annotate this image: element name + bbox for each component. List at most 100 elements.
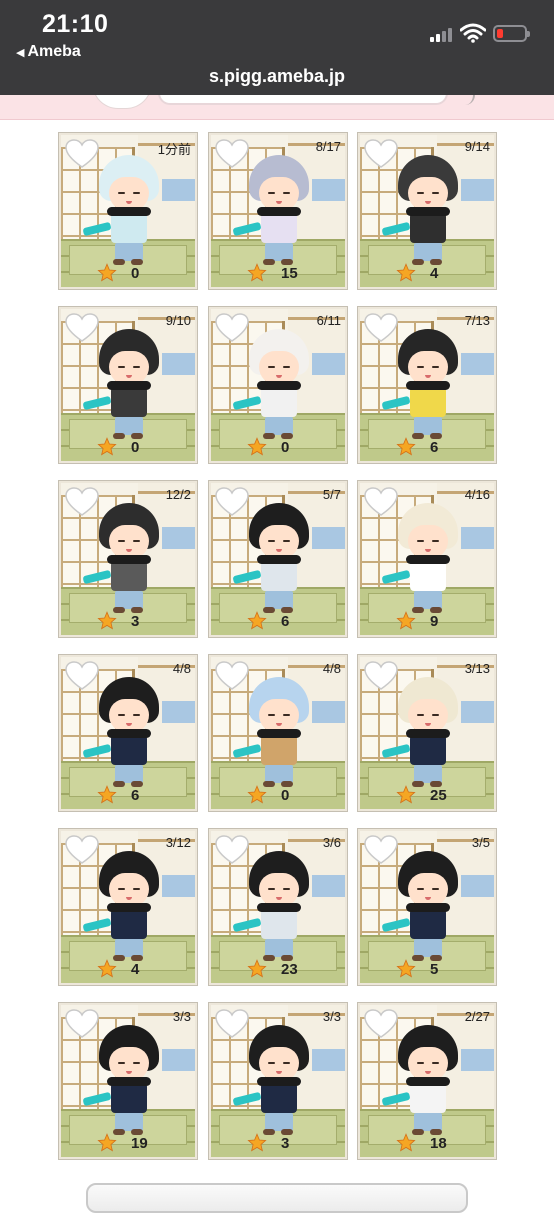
avatar-figure: [232, 329, 311, 441]
avatar-figure: [381, 155, 460, 267]
card-date: 5/7: [322, 487, 341, 502]
avatar-figure: [82, 155, 161, 267]
battery-icon: [493, 25, 530, 42]
star-icon: [396, 437, 416, 456]
back-app-label: Ameba: [27, 43, 81, 60]
avatar-card[interactable]: 5/7 6: [208, 480, 348, 638]
avatar-figure: [82, 677, 161, 789]
avatar-figure: [381, 503, 460, 615]
heart-icon[interactable]: [364, 835, 398, 865]
like-count: 25: [430, 786, 447, 804]
header-mascot-decoration: [92, 95, 152, 109]
star-icon: [247, 437, 267, 456]
avatar-card[interactable]: 4/8 0: [208, 654, 348, 812]
avatar-figure: [82, 851, 161, 963]
star-icon: [396, 263, 416, 282]
like-count: 6: [430, 438, 439, 456]
heart-icon[interactable]: [215, 835, 249, 865]
like-count-row: 0: [247, 437, 289, 457]
heart-icon[interactable]: [215, 139, 249, 169]
like-count: 23: [281, 960, 298, 978]
status-time: 21:10: [42, 10, 109, 38]
star-icon: [247, 1133, 267, 1152]
card-date: 3/5: [471, 835, 490, 850]
avatar-card[interactable]: 4/8 6: [58, 654, 198, 812]
star-icon: [97, 611, 117, 630]
card-date: 2/27: [464, 1009, 490, 1024]
heart-icon[interactable]: [215, 1009, 249, 1039]
like-count-row: 0: [97, 263, 139, 283]
avatar-card[interactable]: 3/6 23: [208, 828, 348, 986]
search-input[interactable]: [158, 95, 448, 105]
star-icon: [396, 959, 416, 978]
avatar-figure: [82, 329, 161, 441]
wifi-icon: [460, 23, 486, 43]
heart-icon[interactable]: [65, 139, 99, 169]
card-date: 3/12: [165, 835, 191, 850]
back-to-app-link[interactable]: ◀ Ameba: [16, 43, 81, 61]
avatar-card[interactable]: 4/16 9: [357, 480, 497, 638]
like-count-row: 5: [396, 959, 438, 979]
star-icon: [247, 263, 267, 282]
heart-icon[interactable]: [65, 487, 99, 517]
show-more-button[interactable]: [86, 1183, 468, 1213]
star-icon: [247, 785, 267, 804]
like-count: 0: [131, 438, 140, 456]
heart-icon[interactable]: [65, 313, 99, 343]
card-date: 8/17: [315, 139, 341, 154]
url-bar[interactable]: s.pigg.ameba.jp: [0, 66, 554, 87]
star-icon: [97, 437, 117, 456]
avatar-card[interactable]: 6/11 0: [208, 306, 348, 464]
heart-icon[interactable]: [215, 487, 249, 517]
heart-icon[interactable]: [364, 313, 398, 343]
heart-icon[interactable]: [215, 661, 249, 691]
heart-icon[interactable]: [65, 1009, 99, 1039]
heart-icon[interactable]: [65, 835, 99, 865]
like-count: 18: [430, 1134, 447, 1152]
heart-icon[interactable]: [364, 661, 398, 691]
header-decoration: [455, 95, 475, 105]
card-date: 9/14: [464, 139, 490, 154]
card-date: 9/10: [165, 313, 191, 328]
avatar-card[interactable]: 3/5 5: [357, 828, 497, 986]
card-date: 4/8: [322, 661, 341, 676]
like-count-row: 0: [247, 785, 289, 805]
card-date: 1分前: [157, 142, 191, 157]
back-triangle-icon: ◀: [16, 47, 25, 59]
heart-icon[interactable]: [215, 313, 249, 343]
like-count-row: 6: [396, 437, 438, 457]
heart-icon[interactable]: [364, 487, 398, 517]
avatar-card[interactable]: 3/13 25: [357, 654, 497, 812]
avatar-figure: [82, 503, 161, 615]
avatar-figure: [381, 329, 460, 441]
avatar-figure: [381, 677, 460, 789]
avatar-card[interactable]: 9/14 4: [357, 132, 497, 290]
like-count-row: 23: [247, 959, 298, 979]
avatar-card[interactable]: 7/13 6: [357, 306, 497, 464]
avatar-card[interactable]: 12/2 3: [58, 480, 198, 638]
avatar-figure: [232, 851, 311, 963]
like-count-row: 6: [247, 611, 289, 631]
like-count-row: 9: [396, 611, 438, 631]
like-count: 6: [281, 612, 290, 630]
avatar-card[interactable]: 3/12 4: [58, 828, 198, 986]
like-count-row: 4: [97, 959, 139, 979]
page-header-strip: [0, 95, 554, 120]
avatar-card[interactable]: 1分前 0: [58, 132, 198, 290]
like-count: 9: [430, 612, 439, 630]
star-icon: [396, 785, 416, 804]
heart-icon[interactable]: [65, 661, 99, 691]
avatar-card[interactable]: 9/10 0: [58, 306, 198, 464]
heart-icon[interactable]: [364, 1009, 398, 1039]
card-date: 3/6: [322, 835, 341, 850]
avatar-card[interactable]: 2/27 18: [357, 1002, 497, 1160]
avatar-figure: [82, 1025, 161, 1137]
card-date: 3/3: [172, 1009, 191, 1024]
heart-icon[interactable]: [364, 139, 398, 169]
avatar-card[interactable]: 8/17 15: [208, 132, 348, 290]
avatar-card[interactable]: 3/3 19: [58, 1002, 198, 1160]
like-count-row: 3: [247, 1133, 289, 1153]
avatar-card[interactable]: 3/3 3: [208, 1002, 348, 1160]
avatar-figure: [381, 1025, 460, 1137]
card-date: 3/13: [464, 661, 490, 676]
